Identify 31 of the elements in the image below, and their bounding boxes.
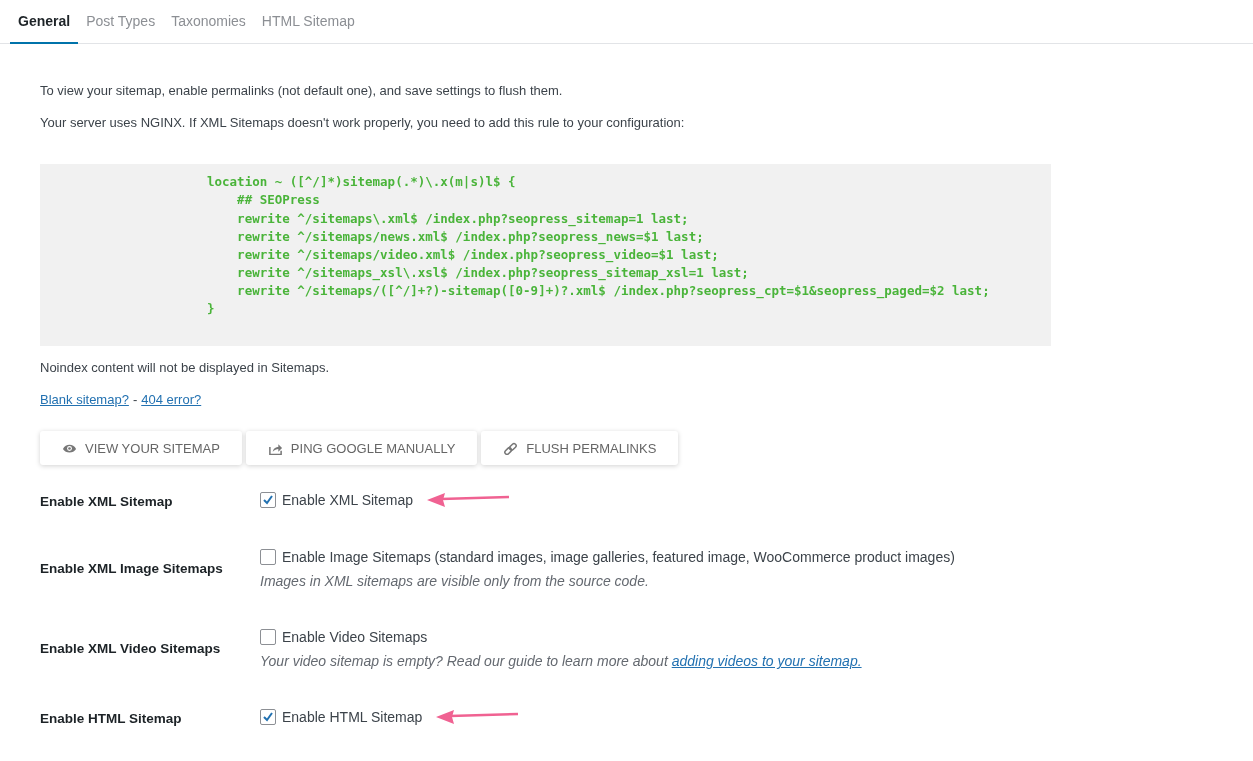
share-icon: [267, 441, 283, 455]
separator-text: -: [132, 392, 138, 408]
intro-text: Your server uses NGINX. If XML Sitemaps doesn't work properly, you need to add this rule to your configuration:: [40, 114, 686, 133]
code-block: location ~ ([^/]*)sitemap(.*)\.x(m|s)l$ { ## SEOPress rewrite ^/sitemaps\.xml$ /index.php?seopress_sitemap=1 last; rewrite ^/sitemaps/news.xml$ /index.php?seopress_news=$1 last; rewrite ^/sitemaps/video.xml$ /index.php?seopress_video=$1 last; rewrite ^/sitemaps_xsl\.xsl$ /index.php?seopress_sitemap_xsl=1 last; rewrite ^/sitemaps/([^/]+?)-sitemap([0-9]+)?.xml$ /index.php?seopress_cpt=$1&seopress_paged=$2 last; }: [40, 164, 1051, 347]
checkbox[interactable]: [260, 709, 276, 726]
intro-text: To view your sitemap, enable permalinks (not default one), and save settings to flush them.: [40, 82, 564, 100]
guide-link[interactable]: adding videos to your sitemap.: [671, 653, 862, 670]
setting-description: Your video sitemap is empty? Read our guide to learn more about adding videos to your sitemap.: [260, 653, 862, 670]
setting-label: Enable HTML Sitemap: [40, 710, 183, 727]
help-link[interactable]: Blank sitemap?: [40, 392, 129, 408]
tab[interactable]: HTML Sitemap: [253, 0, 363, 44]
noindex-note: Noindex content will not be displayed in Sitemaps.: [40, 360, 331, 376]
setting-label: Enable XML Video Sitemaps: [40, 640, 222, 657]
tab[interactable]: Post Types: [78, 0, 164, 44]
setting-label: Enable XML Image Sitemaps: [40, 560, 224, 577]
tab[interactable]: Taxonomies: [163, 0, 254, 44]
action-button[interactable]: FLUSH PERMALINKS: [481, 431, 679, 466]
checkbox[interactable]: [260, 549, 276, 566]
checkbox[interactable]: [260, 492, 276, 509]
setting-label: Enable XML Sitemap: [40, 493, 174, 510]
action-button[interactable]: PING GOOGLE MANUALLY: [245, 431, 478, 466]
checkbox-label[interactable]: Enable Image Sitemaps (standard images, image galleries, featured image, WooCommerce product images): [282, 549, 955, 566]
help-link[interactable]: 404 error?: [141, 392, 202, 408]
setting-description: Images in XML sitemaps are visible only from the source code.: [260, 573, 650, 590]
checkbox-label[interactable]: Enable HTML Sitemap: [282, 709, 423, 726]
checkbox[interactable]: [260, 629, 276, 646]
link-icon: [503, 441, 519, 455]
action-button[interactable]: VIEW YOUR SITEMAP: [40, 431, 242, 466]
checkbox-label[interactable]: Enable Video Sitemaps: [282, 629, 428, 646]
checkbox-label[interactable]: Enable XML Sitemap: [282, 492, 413, 509]
tab[interactable]: General: [10, 0, 79, 44]
